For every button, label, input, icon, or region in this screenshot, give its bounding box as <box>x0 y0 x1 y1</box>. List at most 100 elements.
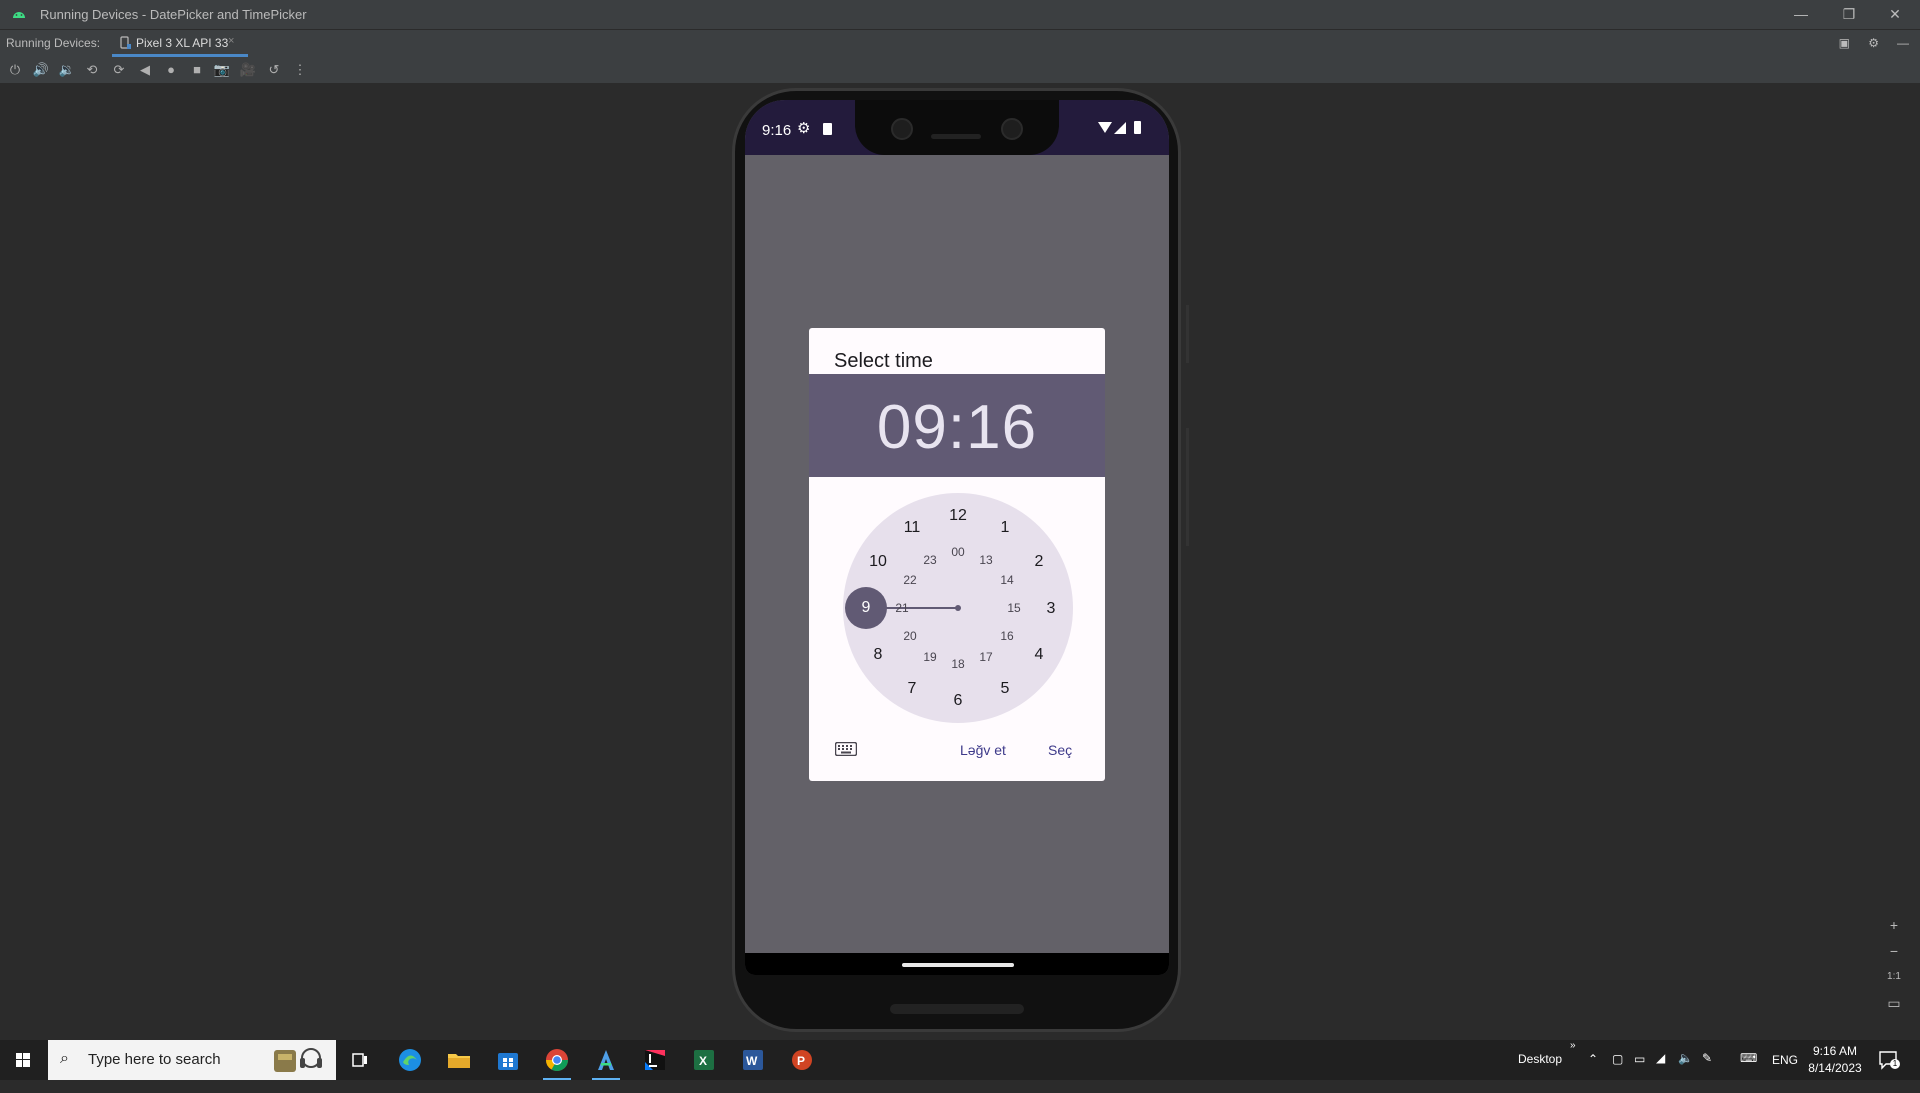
signal-icon <box>1114 122 1126 134</box>
dialog-title: Select time <box>834 350 933 372</box>
clock-hour-8[interactable]: 8 <box>863 645 893 665</box>
intellij-icon[interactable] <box>641 1046 669 1074</box>
clock-hour-5[interactable]: 5 <box>990 679 1020 699</box>
selected-hour-marker[interactable]: 9 <box>845 587 887 629</box>
clock-hour-12[interactable]: 12 <box>943 506 973 526</box>
svg-text:P: P <box>797 1054 805 1068</box>
clock-hour-11[interactable]: 11 <box>897 518 927 538</box>
screen-record-icon[interactable]: 🎥 <box>239 61 257 79</box>
screenshot-icon[interactable]: 📷 <box>213 61 231 79</box>
speaker-icon[interactable]: 🔈 <box>1678 1051 1693 1091</box>
clock-hour-2[interactable]: 2 <box>1024 552 1054 572</box>
desktop-toolbar-label[interactable]: Desktop <box>1518 1052 1562 1092</box>
excel-icon[interactable]: X <box>690 1046 718 1074</box>
clock-hour-6[interactable]: 6 <box>943 691 973 711</box>
front-camera-2 <box>1001 118 1023 140</box>
clock-hour-22[interactable]: 22 <box>895 570 925 590</box>
clock-hour-10[interactable]: 10 <box>863 552 893 572</box>
clock-hour-3[interactable]: 3 <box>1036 599 1066 619</box>
android-studio-icon[interactable] <box>592 1046 620 1074</box>
language-indicator[interactable]: ENG <box>1772 1053 1798 1093</box>
device-icon <box>120 36 131 49</box>
rotate-left-icon[interactable]: ⟲ <box>83 61 101 79</box>
home-gesture-handle[interactable] <box>902 963 1014 967</box>
powerpoint-icon[interactable]: P <box>788 1046 816 1074</box>
clock-hour-23[interactable]: 23 <box>915 550 945 570</box>
keyboard-tray-icon[interactable]: ⌨ <box>1740 1051 1757 1091</box>
status-time: 9:16 <box>762 122 792 139</box>
clock-hour-00[interactable]: 00 <box>943 542 973 562</box>
chrome-icon[interactable] <box>543 1046 571 1074</box>
actual-size-button[interactable]: 1:1 <box>1884 967 1904 987</box>
toolbar-expand-icon[interactable]: » <box>1570 1040 1576 1080</box>
windows-taskbar: ⌕ Type here to search X W P Desktop » ⌃ … <box>0 1040 1920 1080</box>
meet-now-icon[interactable]: ▢ <box>1612 1052 1623 1092</box>
more-icon[interactable]: ⋮ <box>291 61 309 79</box>
zoom-in-button[interactable]: + <box>1884 915 1904 935</box>
phone-bottom-speaker <box>890 1004 1024 1014</box>
search-placeholder: Type here to search <box>88 1051 221 1068</box>
clock-hour-21[interactable]: 21 <box>887 598 917 618</box>
back-icon[interactable]: ◀ <box>136 61 154 79</box>
home-icon[interactable]: ● <box>162 61 180 79</box>
clock-hour-4[interactable]: 4 <box>1024 645 1054 665</box>
show-hidden-icons-icon[interactable]: ⌃ <box>1588 1052 1598 1092</box>
network-icon[interactable]: ◢ <box>1656 1051 1665 1091</box>
volume-down-icon[interactable]: 🔉 <box>58 61 76 79</box>
clock-hour-19[interactable]: 19 <box>915 647 945 667</box>
taskbar-clock[interactable]: 9:16 AM 8/14/2023 <box>1800 1043 1870 1077</box>
power-icon[interactable]: ⏻ <box>6 61 24 79</box>
zoom-out-button[interactable]: − <box>1884 941 1904 961</box>
tab-close-icon[interactable]: × <box>228 35 234 47</box>
gear-icon[interactable]: ⚙ <box>1865 34 1883 52</box>
clock-hour-14[interactable]: 14 <box>992 570 1022 590</box>
android-navigation-bar <box>745 953 1169 975</box>
taskbar-search-box[interactable]: ⌕ Type here to search <box>48 1040 336 1080</box>
svg-text:X: X <box>699 1054 707 1068</box>
wifi-icon <box>1098 122 1112 133</box>
cancel-button[interactable]: Ləğv et <box>960 742 1006 758</box>
clock-hour-20[interactable]: 20 <box>895 626 925 646</box>
edge-icon[interactable] <box>396 1046 424 1074</box>
tab-pixel-3-xl[interactable]: Pixel 3 XL API 33 × <box>112 30 248 57</box>
file-explorer-icon[interactable] <box>445 1046 473 1074</box>
store-icon[interactable] <box>494 1046 522 1074</box>
windows-start-icon[interactable] <box>0 1040 46 1080</box>
restore-button[interactable]: ❐ <box>1826 0 1872 29</box>
ok-button[interactable]: Seç <box>1048 742 1072 758</box>
hide-panel-icon[interactable]: — <box>1894 34 1912 52</box>
emulator-toolbar: ⏻ 🔊 🔉 ⟲ ⟳ ◀ ● ■ 📷 🎥 ↺ ⋮ <box>0 57 1920 83</box>
clock-hour-13[interactable]: 13 <box>971 550 1001 570</box>
fit-screen-icon[interactable]: ▭ <box>1884 993 1904 1013</box>
clock-hour-16[interactable]: 16 <box>992 626 1022 646</box>
window-title: Running Devices - DatePicker and TimePic… <box>40 7 307 22</box>
taskbar-time: 9:16 AM <box>1812 1044 1858 1058</box>
layout-icon[interactable]: ▣ <box>1835 34 1853 52</box>
tab-label: Pixel 3 XL API 33 <box>136 36 229 50</box>
clock-hour-15[interactable]: 15 <box>999 598 1029 618</box>
window-title-bar: Running Devices - DatePicker and TimePic… <box>0 0 1920 29</box>
minimize-button[interactable]: — <box>1778 0 1824 29</box>
volume-up-icon[interactable]: 🔊 <box>32 61 50 79</box>
reset-icon[interactable]: ↺ <box>265 61 283 79</box>
taskbar-date: 8/14/2023 <box>1808 1061 1862 1075</box>
selected-time-display[interactable]: 09:16 <box>809 392 1105 463</box>
clock-dial[interactable]: 9 12 1 2 3 4 5 6 7 8 10 11 00 13 14 15 1… <box>843 493 1073 723</box>
clock-center-dot <box>955 605 961 611</box>
pen-icon[interactable]: ✎ <box>1702 1051 1712 1091</box>
running-devices-tabbar: Running Devices: Pixel 3 XL API 33 × ▣ ⚙… <box>0 29 1920 58</box>
word-icon[interactable]: W <box>739 1046 767 1074</box>
rotate-right-icon[interactable]: ⟳ <box>110 61 128 79</box>
overview-icon[interactable]: ■ <box>188 61 206 79</box>
phone-volume-button <box>1186 428 1189 546</box>
notification-center-icon[interactable]: 1 <box>1878 1050 1900 1070</box>
battery-tray-icon[interactable]: ▭ <box>1634 1052 1645 1092</box>
android-studio-logo-icon <box>13 12 25 18</box>
keyboard-icon[interactable] <box>835 742 857 756</box>
clock-hour-1[interactable]: 1 <box>990 518 1020 538</box>
clock-hour-18[interactable]: 18 <box>943 654 973 674</box>
clock-hour-17[interactable]: 17 <box>971 647 1001 667</box>
clock-hour-7[interactable]: 7 <box>897 679 927 699</box>
close-window-button[interactable]: ✕ <box>1872 0 1918 29</box>
task-view-icon[interactable] <box>346 1046 374 1074</box>
